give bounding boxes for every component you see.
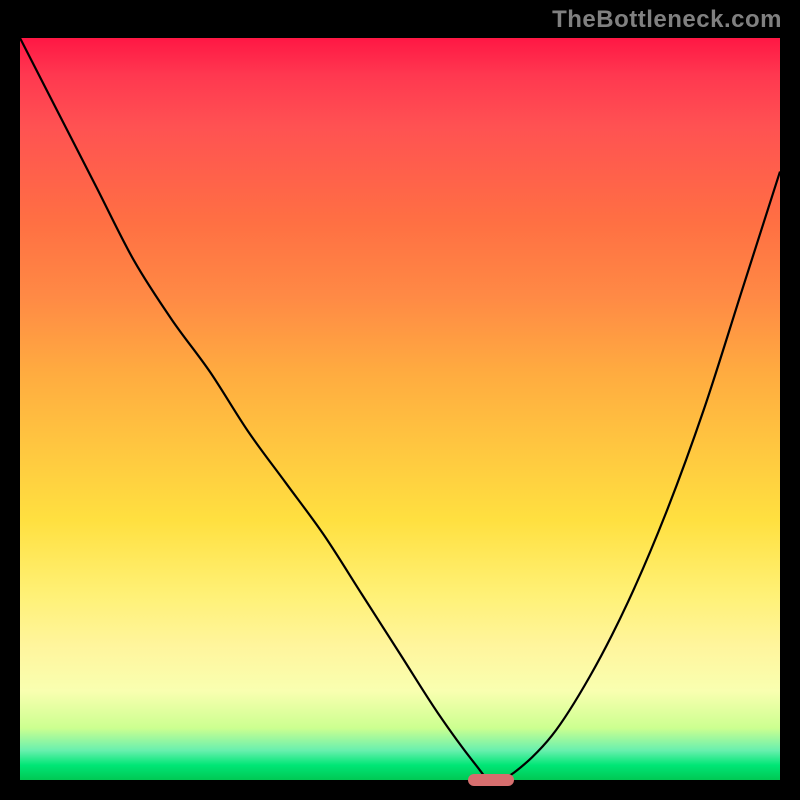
chart-container: TheBottleneck.com (0, 0, 800, 800)
minimum-marker (468, 774, 514, 786)
bottleneck-curve-path (20, 38, 780, 780)
curve-svg (20, 38, 780, 780)
watermark-text: TheBottleneck.com (552, 6, 782, 34)
